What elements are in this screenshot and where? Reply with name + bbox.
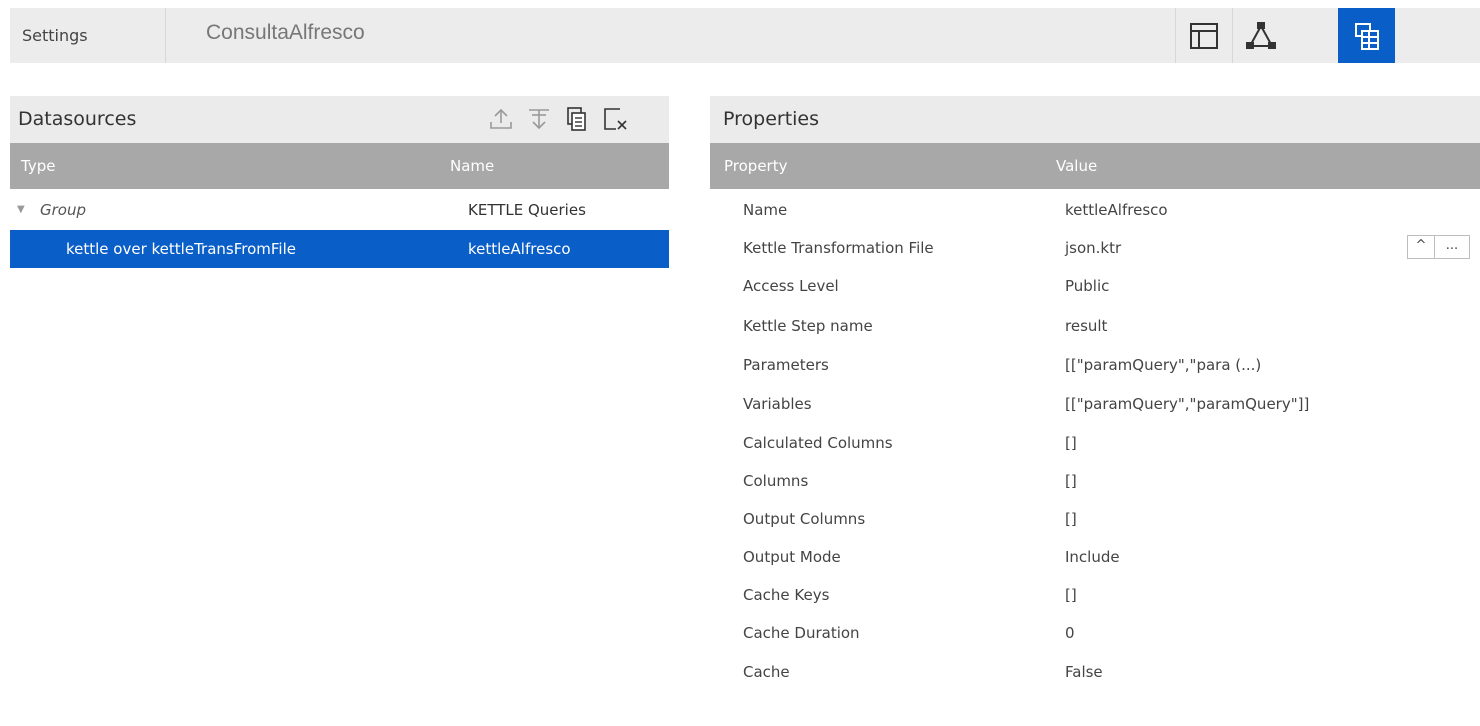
property-cache-value[interactable]: False — [1065, 653, 1103, 691]
property-row-output-columns[interactable]: Output Columns [] — [710, 500, 1480, 538]
property-variables-value[interactable]: [["paramQuery","paramQuery"]] — [1065, 385, 1309, 423]
file-buttons: ^ ... — [1407, 235, 1470, 259]
property-access-level-value[interactable]: Public — [1065, 267, 1109, 305]
property-cache-duration-value[interactable]: 0 — [1065, 614, 1075, 652]
property-calculated-columns-value[interactable]: [] — [1065, 424, 1077, 462]
property-cache-keys-value[interactable]: [] — [1065, 576, 1077, 614]
components-tree-icon — [1246, 21, 1276, 49]
property-kettle-file-label: Kettle Transformation File — [743, 239, 934, 257]
property-step-name-value[interactable]: result — [1065, 307, 1107, 345]
delete-button[interactable] — [602, 104, 628, 134]
property-cache-keys-label: Cache Keys — [743, 586, 830, 604]
tree-row-datasource[interactable]: kettle over kettleTransFromFile kettleAl… — [10, 230, 669, 268]
property-output-mode-value[interactable]: Include — [1065, 538, 1120, 576]
tree-group-label: Group — [40, 201, 86, 219]
property-kettle-file-value[interactable]: json.ktr — [1065, 229, 1121, 267]
property-cache-duration-label: Cache Duration — [743, 624, 860, 642]
property-row-parameters[interactable]: Parameters [["paramQuery","para (...) — [710, 346, 1480, 384]
property-columns-label: Columns — [743, 472, 809, 490]
top-bar: Settings ConsultaAlfresco — [10, 8, 1480, 63]
delete-icon — [604, 108, 627, 130]
layout-panels-icon — [1190, 22, 1218, 49]
property-row-cache-duration[interactable]: Cache Duration 0 — [710, 614, 1480, 652]
datasources-icon — [1354, 22, 1379, 50]
expand-triangle-icon[interactable]: ▼ — [17, 191, 25, 229]
file-browse-button[interactable]: ... — [1434, 235, 1470, 259]
duplicate-button[interactable] — [564, 104, 590, 134]
datasource-type-label: kettle over kettleTransFromFile — [66, 240, 296, 258]
property-name-value[interactable]: kettleAlfresco — [1065, 191, 1168, 229]
property-access-level-label: Access Level — [743, 277, 839, 295]
tree-row-group[interactable]: ▼ Group KETTLE Queries — [10, 191, 669, 229]
datasources-title: Datasources — [18, 108, 137, 130]
tree-group-name: KETTLE Queries — [468, 201, 586, 219]
properties-panel-header: Properties — [710, 96, 1480, 143]
components-view-button[interactable] — [1232, 8, 1289, 63]
property-row-output-mode[interactable]: Output Mode Include — [710, 538, 1480, 576]
property-output-columns-label: Output Columns — [743, 510, 866, 528]
move-up-icon — [490, 108, 512, 129]
property-parameters-label: Parameters — [743, 356, 829, 374]
datasources-view-button[interactable] — [1338, 8, 1395, 63]
property-columns-value[interactable]: [] — [1065, 462, 1077, 500]
properties-title: Properties — [723, 108, 820, 130]
property-variables-label: Variables — [743, 395, 812, 413]
column-value-label: Value — [1056, 157, 1098, 175]
property-step-name-label: Kettle Step name — [743, 317, 873, 335]
property-row-access-level[interactable]: Access Level Public — [710, 267, 1480, 305]
property-output-mode-label: Output Mode — [743, 548, 841, 566]
datasources-toolbar — [488, 104, 628, 134]
duplicate-icon — [567, 107, 586, 131]
property-row-variables[interactable]: Variables [["paramQuery","paramQuery"]] — [710, 385, 1480, 423]
datasource-name-label: kettleAlfresco — [468, 240, 571, 258]
property-row-step-name[interactable]: Kettle Step name result — [710, 307, 1480, 345]
property-calculated-columns-label: Calculated Columns — [743, 434, 893, 452]
property-row-calculated-columns[interactable]: Calculated Columns [] — [710, 424, 1480, 462]
dashboard-title: ConsultaAlfresco — [206, 21, 365, 44]
column-name-label: Name — [450, 157, 495, 175]
move-up-button[interactable] — [488, 104, 514, 134]
property-row-cache[interactable]: Cache False — [710, 653, 1480, 691]
properties-column-header: Property Value — [710, 143, 1480, 189]
property-cache-label: Cache — [743, 663, 790, 681]
column-property-label: Property — [724, 157, 788, 175]
file-up-button[interactable]: ^ — [1407, 235, 1435, 259]
layout-view-button[interactable] — [1175, 8, 1232, 63]
property-row-cache-keys[interactable]: Cache Keys [] — [710, 576, 1480, 614]
property-row-name[interactable]: Name kettleAlfresco — [710, 191, 1480, 229]
property-row-columns[interactable]: Columns [] — [710, 462, 1480, 500]
property-name-label: Name — [743, 201, 788, 219]
property-parameters-value[interactable]: [["paramQuery","para (...) — [1065, 346, 1261, 384]
property-row-kettle-file[interactable]: Kettle Transformation File json.ktr ^ ..… — [710, 229, 1480, 267]
datasources-column-header: Type Name — [10, 143, 669, 189]
move-down-icon — [529, 109, 549, 130]
property-output-columns-value[interactable]: [] — [1065, 500, 1077, 538]
column-type-label: Type — [21, 157, 56, 175]
settings-button[interactable]: Settings — [10, 8, 166, 63]
move-down-button[interactable] — [526, 104, 552, 134]
